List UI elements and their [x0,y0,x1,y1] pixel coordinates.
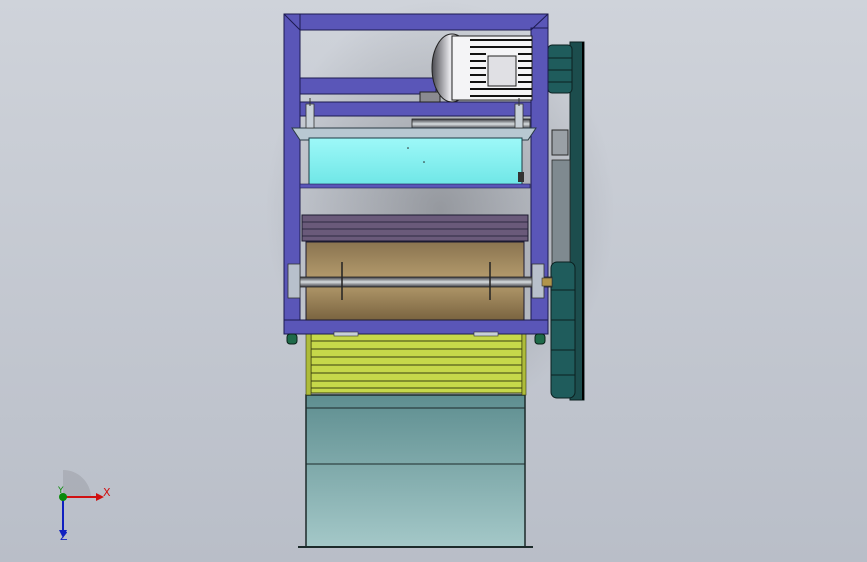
upper-pulley[interactable] [547,44,573,94]
conveyor-belt[interactable] [305,332,527,396]
coordinate-triad [59,470,104,538]
cad-viewport[interactable]: X Y Z [0,0,867,562]
lower-pulley[interactable] [550,261,576,399]
axis-z-label: Z [60,530,68,543]
axis-y-label: Y [58,486,64,496]
roller-guard [301,214,529,242]
axis-x-label: X [103,486,111,499]
collection-bin[interactable] [298,394,533,548]
